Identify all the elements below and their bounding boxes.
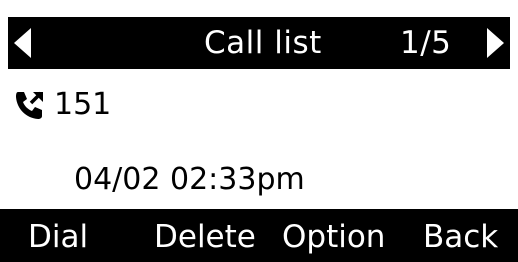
page-indicator: 1/5 xyxy=(400,25,452,61)
outgoing-call-icon xyxy=(14,89,46,121)
phone-screen: Call list 1/5 151 04/02 02:33pm Dial Del… xyxy=(0,0,518,262)
option-softkey[interactable]: Option xyxy=(282,217,385,257)
dial-softkey[interactable]: Dial xyxy=(28,217,88,257)
call-entry[interactable]: 151 xyxy=(14,81,111,129)
delete-softkey[interactable]: Delete xyxy=(154,217,256,257)
arrow-left-icon[interactable] xyxy=(14,28,31,58)
call-number: 151 xyxy=(54,87,112,122)
title-bar: Call list 1/5 xyxy=(8,17,510,69)
arrow-right-icon[interactable] xyxy=(487,28,504,58)
call-datetime: 04/02 02:33pm xyxy=(74,162,305,197)
back-softkey[interactable]: Back xyxy=(423,217,498,257)
softkey-bar: Dial Delete Option Back xyxy=(0,209,518,262)
page-title: Call list xyxy=(204,25,322,61)
